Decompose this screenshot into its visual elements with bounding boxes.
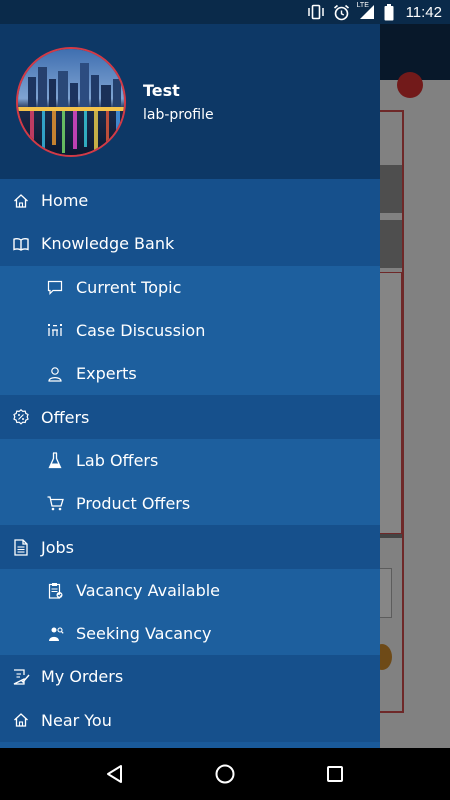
signal-lte-icon: LTE <box>356 2 376 20</box>
percent-badge-icon <box>12 408 30 426</box>
profile-name: Test <box>143 81 180 100</box>
status-time: 11:42 <box>405 3 442 21</box>
chat-bubble-icon <box>46 278 64 296</box>
avatar[interactable] <box>16 47 126 157</box>
system-nav-bar <box>0 748 450 800</box>
menu-item-label: Jobs <box>41 537 74 557</box>
flask-icon <box>46 451 64 469</box>
document-icon <box>12 538 30 556</box>
status-bar: LTE 11:42 <box>0 0 450 24</box>
menu-item-jobs[interactable]: Jobs <box>0 525 380 569</box>
menu-item-label: Seeking Vacancy <box>76 624 212 644</box>
menu-item-label: Vacancy Available <box>76 580 221 600</box>
menu-item-label: Product Offers <box>76 494 191 514</box>
menu-item-label: Offers <box>41 407 90 427</box>
job-seeker-icon <box>46 625 64 643</box>
recents-button[interactable] <box>311 750 359 798</box>
book-icon <box>12 235 30 253</box>
menu-item-seeking-vacancy[interactable]: Seeking Vacancy <box>0 611 380 656</box>
menu-item-label: Home <box>41 191 89 211</box>
menu-item-home[interactable]: Home <box>0 179 380 223</box>
menu-item-vacancy-available[interactable]: Vacancy Available <box>0 568 380 612</box>
navigation-drawer: Test lab-profile Home Knowledge Bank Cur… <box>0 24 380 748</box>
menu-item-my-orders[interactable]: My Orders <box>0 655 380 699</box>
menu-item-label: My Orders <box>41 667 124 687</box>
home-button[interactable] <box>201 750 249 798</box>
menu-item-label: Near You <box>41 710 112 730</box>
menu-item-near-you[interactable]: Near You <box>0 698 380 742</box>
menu-item-case-discussion[interactable]: Case Discussion <box>0 308 380 353</box>
home-icon <box>12 711 30 729</box>
menu-item-label: Experts <box>76 364 137 384</box>
drawer-header: Test lab-profile <box>0 24 380 179</box>
clipboard-check-icon <box>46 581 64 599</box>
menu-item-label: Knowledge Bank <box>41 234 175 254</box>
person-icon <box>46 365 64 383</box>
discussion-icon <box>46 322 64 340</box>
menu-item-label: Case Discussion <box>76 321 206 341</box>
cart-icon <box>46 495 64 513</box>
profile-subtitle: lab-profile <box>143 107 214 123</box>
home-circle-icon <box>215 764 235 784</box>
network-type-label: LTE <box>356 2 369 9</box>
vibrate-icon <box>307 4 325 20</box>
orders-icon <box>12 668 30 686</box>
battery-icon <box>384 3 394 21</box>
menu-item-product-offers[interactable]: Product Offers <box>0 482 380 526</box>
menu-item-knowledge-bank[interactable]: Knowledge Bank <box>0 222 380 266</box>
menu-item-experts[interactable]: Experts <box>0 352 380 396</box>
drawer-menu: Home Knowledge Bank Current Topic Case D… <box>0 179 380 742</box>
alarm-icon <box>333 4 350 21</box>
home-icon <box>12 192 30 210</box>
city-skyline-image <box>18 49 124 155</box>
menu-item-current-topic[interactable]: Current Topic <box>0 265 380 309</box>
recents-icon <box>327 766 343 782</box>
menu-item-offers[interactable]: Offers <box>0 395 380 439</box>
back-icon <box>107 765 122 783</box>
menu-item-label: Current Topic <box>76 277 182 297</box>
menu-item-lab-offers[interactable]: Lab Offers <box>0 438 380 483</box>
menu-item-label: Lab Offers <box>76 450 159 470</box>
back-button[interactable] <box>91 750 139 798</box>
